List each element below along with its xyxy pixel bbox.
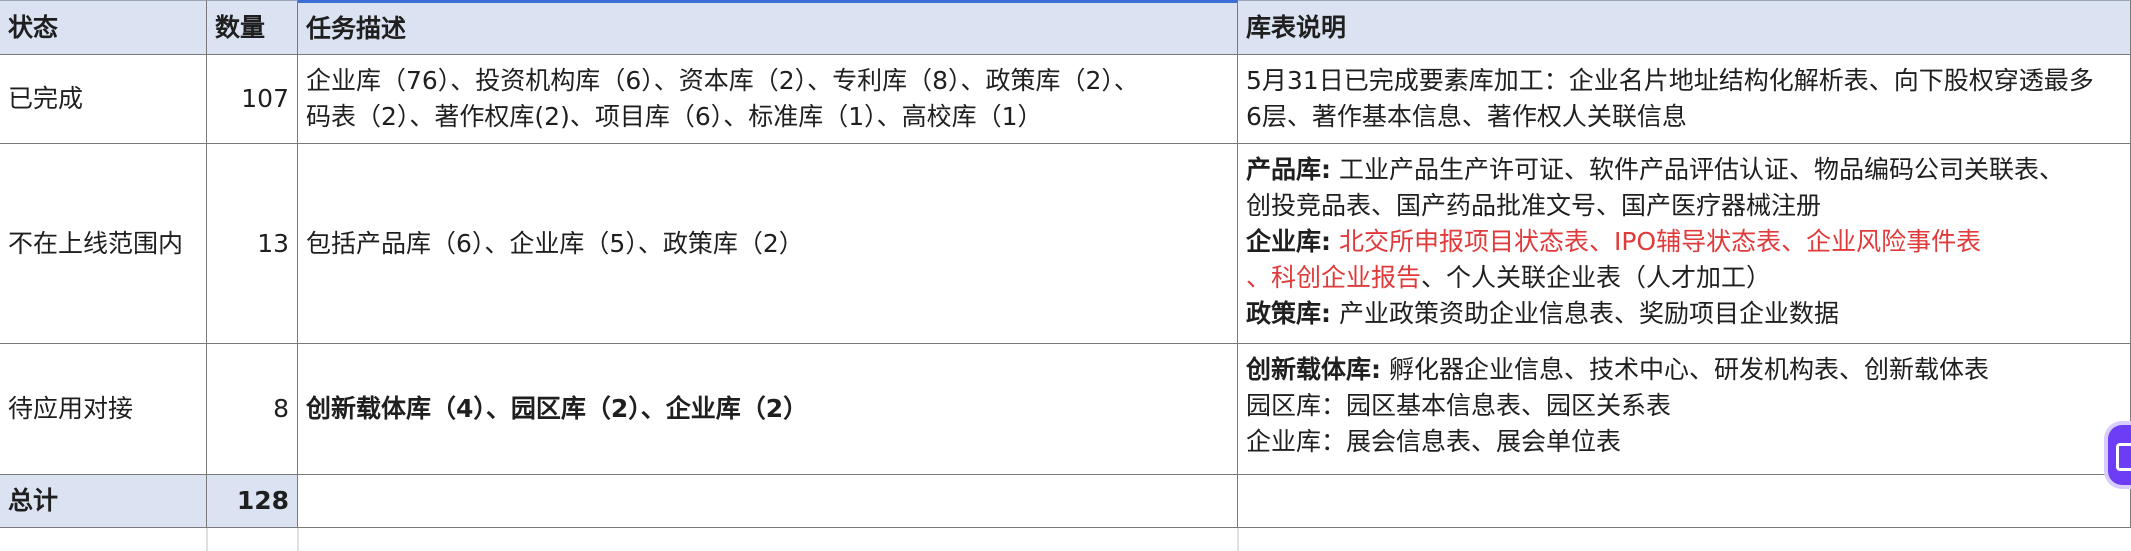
cell-total-count[interactable]: 128 [207, 475, 298, 528]
note-text: 孵化器企业信息、技术中心、研发机构表、创新载体表 [1388, 355, 1989, 384]
cell-task-out-of-scope[interactable]: 包括产品库（6）、企业库（5）、政策库（2） [298, 144, 1238, 344]
cell-note-pending[interactable]: 创新载体库: 孵化器企业信息、技术中心、研发机构表、创新载体表 园区库：园区基本… [1238, 344, 2131, 475]
floating-assistant-button[interactable] [2108, 425, 2131, 485]
cell-total-label[interactable]: 总计 [0, 475, 207, 528]
cell-total-task-empty[interactable] [298, 475, 1238, 528]
cell-status-out-of-scope[interactable]: 不在上线范围内 [0, 144, 207, 344]
task-line: 码表（2）、著作权库(2)、项目库（6）、标准库（1）、高校库（1） [306, 102, 1043, 131]
note-text: 、个人关联企业表（人才加工） [1421, 263, 1772, 292]
gridline [297, 528, 299, 551]
cell-total-note-empty[interactable] [1238, 475, 2131, 528]
cell-note-out-of-scope[interactable]: 产品库: 工业产品生产许可证、软件产品评估认证、物品编码公司关联表、 创投竞品表… [1238, 144, 2131, 344]
cell-count-pending[interactable]: 8 [207, 344, 298, 475]
cell-count-completed[interactable]: 107 [207, 55, 298, 144]
note-text: 产业政策资助企业信息表、奖励项目企业数据 [1338, 299, 1839, 328]
cell-status-pending[interactable]: 待应用对接 [0, 344, 207, 475]
assistant-icon [2116, 443, 2131, 471]
note-line: 6层、著作基本信息、著作权人关联信息 [1246, 102, 1687, 131]
note-text-red: 北交所申报项目状态表、IPO辅导状态表、企业风险事件表 [1338, 227, 1982, 256]
cell-status-completed[interactable]: 已完成 [0, 55, 207, 144]
cell-count-out-of-scope[interactable]: 13 [207, 144, 298, 344]
empty-row-area [0, 528, 2131, 551]
note-text-red: 、科创企业报告 [1246, 263, 1422, 292]
header-table-note[interactable]: 库表说明 [1238, 0, 2131, 55]
note-label-policy: 政策库: [1246, 299, 1331, 328]
note-line: 5月31日已完成要素库加工：企业名片地址结构化解析表、向下股权穿透最多 [1246, 66, 2094, 95]
note-label-carrier: 创新载体库: [1246, 355, 1381, 384]
header-count[interactable]: 数量 [207, 0, 298, 55]
note-text: 园区库：园区基本信息表、园区关系表 [1246, 391, 1672, 420]
cell-task-completed[interactable]: 企业库（76）、投资机构库（6）、资本库（2）、专利库（8）、政策库（2）、 码… [298, 55, 1238, 144]
gridline [206, 528, 208, 551]
note-label-enterprise: 企业库: [1246, 227, 1331, 256]
note-label-product: 产品库: [1246, 155, 1331, 184]
cell-note-completed[interactable]: 5月31日已完成要素库加工：企业名片地址结构化解析表、向下股权穿透最多 6层、著… [1238, 55, 2131, 144]
note-text: 工业产品生产许可证、软件产品评估认证、物品编码公司关联表、 [1338, 155, 2064, 184]
task-line: 企业库（76）、投资机构库（6）、资本库（2）、专利库（8）、政策库（2）、 [306, 66, 1139, 95]
header-status[interactable]: 状态 [0, 0, 207, 55]
cell-task-pending[interactable]: 创新载体库（4）、园区库（2）、企业库（2） [298, 344, 1238, 475]
note-text: 企业库：展会信息表、展会单位表 [1246, 427, 1622, 456]
data-table: 状态 数量 任务描述 库表说明 已完成 107 企业库（76）、投资机构库（6）… [0, 0, 2131, 528]
note-text: 创投竞品表、国产药品批准文号、国产医疗器械注册 [1246, 191, 1822, 220]
gridline [1237, 528, 1239, 551]
header-task-description[interactable]: 任务描述 [298, 0, 1238, 55]
